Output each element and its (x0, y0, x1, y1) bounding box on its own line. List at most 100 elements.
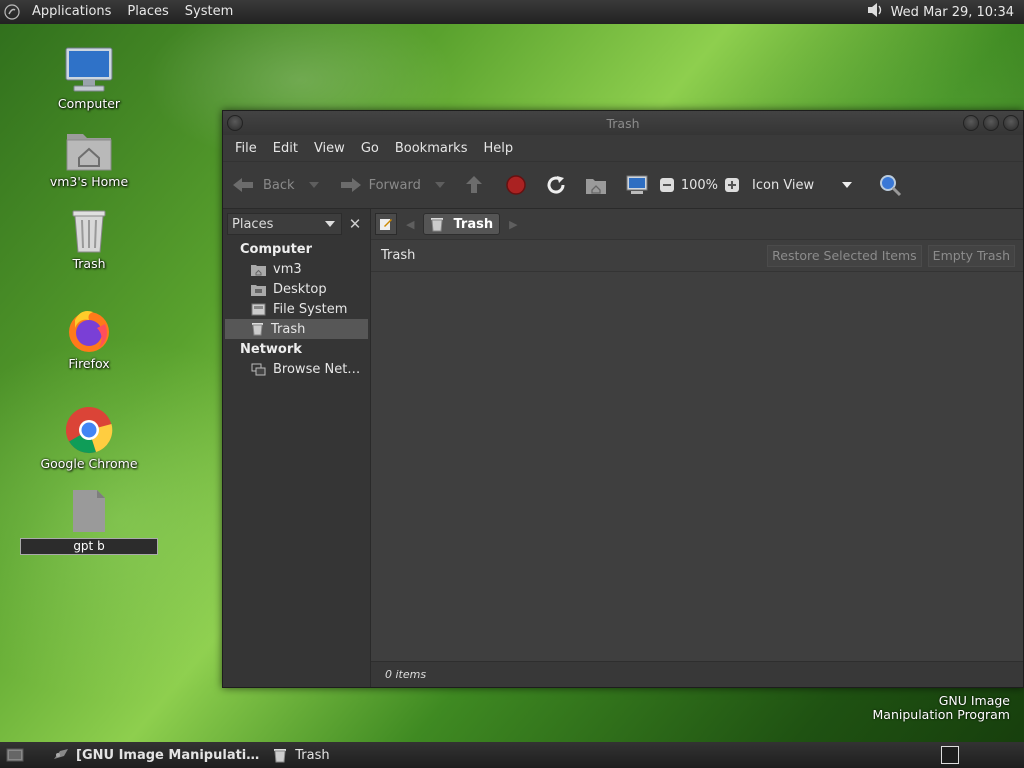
trash-icon (72, 210, 106, 253)
forward-button[interactable]: Forward (337, 175, 445, 195)
sidebar-item-vm3[interactable]: vm3 (223, 259, 370, 279)
status-text: 0 items (385, 668, 427, 681)
infobar-label: Trash (381, 248, 416, 263)
sidebar-item-filesystem[interactable]: File System (223, 299, 370, 319)
taskbar-item-trash[interactable]: Trash (267, 742, 335, 768)
reload-icon (547, 176, 565, 194)
edit-icon (380, 219, 392, 230)
back-arrow-icon (233, 178, 253, 192)
menu-applications[interactable]: Applications (24, 0, 119, 24)
trash-icon (431, 217, 444, 231)
view-mode-select[interactable]: Icon View (752, 177, 853, 193)
network-icon (251, 363, 266, 375)
menu-edit[interactable]: Edit (265, 141, 306, 156)
chevron-down-icon[interactable] (434, 182, 445, 188)
taskbar-item-label: [GNU Image Manipulati… (76, 747, 260, 763)
sidebar-close-button[interactable]: ✕ (344, 213, 366, 235)
sidebar-item-label: Desktop (273, 281, 327, 297)
firefox-icon (69, 311, 109, 352)
menu-help[interactable]: Help (475, 141, 521, 156)
desktop-icon-label: vm3's Home (49, 174, 129, 189)
sidebar-section-computer: Computer (240, 242, 313, 257)
menu-places[interactable]: Places (119, 0, 176, 24)
trash-window: Trash File Edit View Go Bookmarks Help B… (222, 110, 1024, 688)
desktop-icon-computer[interactable]: Computer (34, 46, 144, 111)
up-button[interactable] (463, 174, 485, 196)
sidebar-item-label: Browse Net… (273, 361, 361, 377)
stop-button[interactable] (505, 174, 527, 196)
chevron-down-icon[interactable] (308, 182, 319, 188)
search-button[interactable] (878, 173, 902, 197)
show-desktop-button[interactable] (0, 742, 30, 768)
home-icon (585, 179, 606, 194)
toolbar: Back Forward 100% Icon View (223, 161, 1023, 209)
taskbar-item-gimp[interactable]: [GNU Image Manipulati… (46, 742, 265, 768)
home-button[interactable] (585, 175, 607, 195)
stop-icon (506, 175, 526, 195)
zoom-in-icon[interactable] (724, 177, 740, 193)
trash-icon (252, 323, 263, 336)
sidebar-item-trash[interactable]: Trash (225, 319, 368, 339)
menu-view[interactable]: View (306, 141, 353, 156)
minimize-icon[interactable] (963, 115, 979, 131)
location-toggle-button[interactable] (375, 213, 397, 235)
desktop-folder-icon (251, 284, 266, 296)
desktop-icon-chrome[interactable]: Google Chrome (34, 406, 144, 471)
file-view[interactable] (371, 271, 1023, 661)
reload-button[interactable] (545, 174, 567, 196)
sidebar-item-browse-network[interactable]: Browse Net… (223, 359, 370, 379)
crumb-left-arrow-icon[interactable]: ◀ (406, 218, 414, 231)
forward-label: Forward (368, 177, 421, 193)
workspace-switcher[interactable] (941, 746, 959, 764)
desktop-icon-label: Trash (72, 256, 106, 271)
up-arrow-icon (465, 176, 482, 193)
back-button[interactable]: Back (231, 175, 319, 195)
crumb-label: Trash (453, 216, 494, 232)
window-titlebar[interactable]: Trash (223, 111, 1023, 135)
computer-button[interactable] (625, 174, 649, 196)
sidebar-item-label: vm3 (273, 261, 302, 277)
monitor-icon (65, 47, 113, 92)
rename-input[interactable]: gpt b (20, 538, 158, 555)
crumb-current[interactable]: Trash (423, 213, 501, 235)
menu-go[interactable]: Go (353, 141, 387, 156)
sidebar-item-desktop[interactable]: Desktop (223, 279, 370, 299)
desktop-icon-label: Google Chrome (40, 456, 138, 471)
desktop-icon-home[interactable]: vm3's Home (34, 128, 144, 189)
sidebar-header: Places ✕ (227, 212, 366, 236)
forward-arrow-icon (340, 178, 361, 192)
empty-trash-button[interactable]: Empty Trash (927, 244, 1015, 267)
sidebar-type-value: Places (232, 216, 274, 232)
search-icon (880, 175, 902, 197)
restore-selected-button[interactable]: Restore Selected Items (767, 244, 922, 267)
view-mode-value: Icon View (752, 177, 815, 193)
crumb-right-arrow-icon[interactable]: ▶ (509, 218, 517, 231)
desktop-icon-trash[interactable]: Trash (34, 208, 144, 271)
gnome-foot-icon[interactable] (0, 0, 24, 24)
desktop-icon-document[interactable]: gpt b (20, 488, 158, 555)
trash-infobar: Trash Restore Selected Items Empty Trash (371, 239, 1023, 271)
desktop-icon-firefox[interactable]: Firefox (34, 306, 144, 371)
menu-bookmarks[interactable]: Bookmarks (387, 141, 476, 156)
gimp-label-line: GNU Image (938, 693, 1010, 708)
maximize-icon[interactable] (983, 115, 999, 131)
zoom-level: 100% (680, 177, 719, 193)
drive-icon (251, 303, 266, 315)
home-folder-icon (66, 134, 112, 171)
menu-system[interactable]: System (177, 0, 241, 24)
taskbar-item-label: Trash (295, 747, 330, 763)
window-title: Trash (606, 115, 640, 131)
sidebar-type-select[interactable]: Places (227, 213, 343, 235)
chrome-icon (66, 407, 113, 454)
menu-file[interactable]: File (227, 141, 265, 156)
speaker-icon[interactable] (865, 1, 885, 23)
back-label: Back (263, 177, 295, 193)
sidebar-item-label: File System (273, 301, 348, 317)
statusbar: 0 items (371, 661, 1023, 687)
zoom-out-icon[interactable] (659, 177, 675, 193)
show-desktop-icon (6, 748, 24, 762)
zoom-control: 100% (659, 177, 740, 193)
close-icon[interactable] (1003, 115, 1019, 131)
panel-clock[interactable]: Wed Mar 29, 10:34 (885, 5, 1024, 20)
chevron-down-icon (842, 182, 853, 188)
